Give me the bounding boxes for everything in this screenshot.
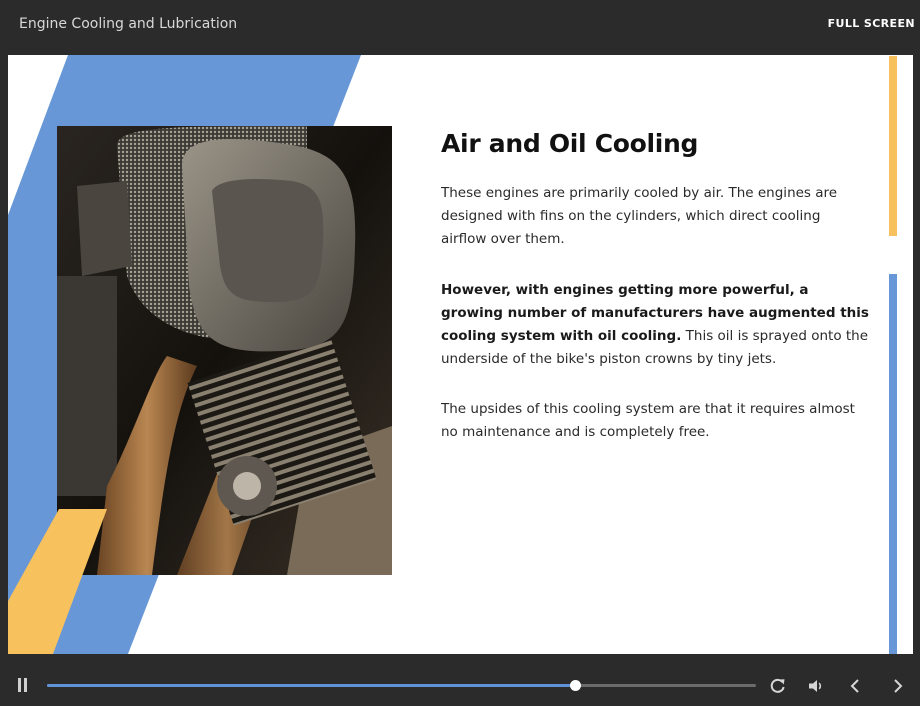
pause-icon[interactable] bbox=[16, 678, 30, 694]
blue-accent-bar bbox=[889, 274, 897, 654]
slide-content: Air and Oil Cooling These engines are pr… bbox=[8, 55, 913, 654]
course-title: Engine Cooling and Lubrication bbox=[19, 16, 238, 32]
top-bar: Engine Cooling and Lubrication FULL SCRE… bbox=[0, 0, 920, 55]
volume-icon[interactable] bbox=[806, 676, 826, 696]
slide-heading: Air and Oil Cooling bbox=[441, 129, 699, 158]
paragraph-upsides: The upsides of this cooling system are t… bbox=[441, 401, 855, 440]
player-controls bbox=[0, 654, 920, 706]
progress-thumb[interactable] bbox=[570, 680, 582, 691]
chevron-right-icon[interactable] bbox=[888, 676, 908, 696]
replay-icon[interactable] bbox=[768, 676, 788, 696]
yellow-diagonal-shape bbox=[8, 509, 107, 654]
yellow-accent-bar bbox=[889, 56, 897, 236]
fullscreen-button[interactable]: FULL SCREEN bbox=[828, 17, 915, 30]
engine-photo bbox=[57, 126, 392, 575]
paragraph-oil-cooling: However, with engines getting more power… bbox=[441, 279, 869, 371]
progress-track[interactable] bbox=[47, 680, 756, 691]
paragraph-air-cooling: These engines are primarily cooled by ai… bbox=[441, 185, 838, 247]
progress-fill bbox=[47, 684, 576, 687]
chevron-left-icon[interactable] bbox=[845, 676, 865, 696]
